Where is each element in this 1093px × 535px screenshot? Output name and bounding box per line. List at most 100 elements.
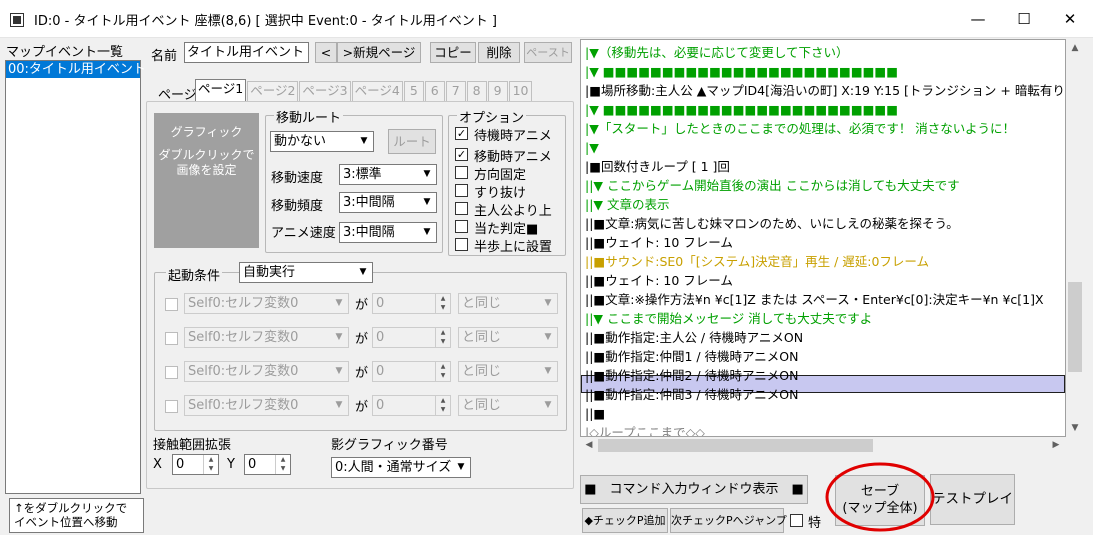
- delete-button[interactable]: 削除: [478, 42, 520, 63]
- move-freq-select[interactable]: 3:中間隔 ▼: [339, 192, 437, 213]
- tab-page-6[interactable]: 6: [424, 81, 445, 101]
- contact-x-stepper[interactable]: 0 ▲ ▼: [172, 454, 219, 475]
- command-line[interactable]: ||■文章:※操作方法¥n ¥c[1]Z または スペース・Enter¥c[0]…: [585, 290, 1044, 309]
- command-line[interactable]: ||■サウンド:SE0「[システム]決定音」再生 / 遅延:0フレーム: [585, 252, 929, 271]
- close-button[interactable]: ✕: [1047, 0, 1093, 38]
- event-list[interactable]: 00:タイトル用イベント: [5, 60, 146, 494]
- command-line[interactable]: ||■ウェイト: 10 フレーム: [585, 271, 733, 290]
- condition-variable-select[interactable]: Self0:セルフ変数0 ▼: [184, 293, 349, 314]
- tab-page-3[interactable]: ページ3: [299, 81, 351, 101]
- condition-variable-select[interactable]: Self0:セルフ変数0 ▼: [184, 327, 349, 348]
- event-list-item[interactable]: 00:タイトル用イベント: [6, 61, 146, 78]
- scroll-left-icon[interactable]: ◀: [583, 440, 595, 450]
- chevron-down-icon: ▼: [335, 400, 343, 410]
- next-checkpoint-button[interactable]: 次チェックPへジャンプ: [670, 508, 787, 533]
- chevron-down-icon: ▼: [423, 197, 431, 207]
- command-line[interactable]: ||▼ ここまで開始メッセージ 消しても大丈夫ですよ: [585, 309, 872, 328]
- command-line[interactable]: ||■: [585, 404, 605, 423]
- command-window-button[interactable]: ■ コマンド入力ウィンドウ表示 ■: [580, 475, 808, 504]
- command-line[interactable]: ||▼ ここからゲーム開始直後の演出 ここからは消しても大丈夫です: [585, 176, 960, 195]
- command-line[interactable]: ||■ウェイト: 10 フレーム: [585, 233, 733, 252]
- option-label: 移動時アニメ: [474, 150, 552, 165]
- checkbox[interactable]: [455, 166, 468, 179]
- condition-compare-select[interactable]: と同じ ▼: [458, 327, 558, 348]
- chevron-down-icon: ▼: [335, 298, 343, 308]
- event-list-hint: ↑をダブルクリックで イベント位置へ移動: [9, 498, 144, 533]
- command-line[interactable]: ||▼ 文章の表示: [585, 195, 670, 214]
- special-label: 特: [808, 516, 822, 531]
- condition-variable: Self0:セルフ変数0: [188, 398, 299, 413]
- event-name-input[interactable]: タイトル用イベント: [184, 42, 309, 63]
- graphic-box[interactable]: グラフィック ダブルクリックで 画像を設定: [154, 113, 259, 248]
- command-line[interactable]: |◇ループここまで◇◇: [585, 423, 705, 436]
- anim-speed-value: 3:中間隔: [343, 225, 395, 240]
- event-command-list[interactable]: |▼（移動先は、必要に応じて変更して下さい） |▼ ■■■■■■■■■■■■■■■…: [580, 39, 1066, 437]
- new-page-button[interactable]: >新規ページ: [337, 42, 421, 63]
- move-type-select[interactable]: 動かない ▼: [270, 131, 374, 152]
- tab-page-4[interactable]: ページ4: [351, 81, 403, 101]
- condition-compare-select[interactable]: と同じ ▼: [458, 293, 558, 314]
- command-line[interactable]: |■場所移動:主人公 ▲マップID4[海沿いの町] X:19 Y:15 [トラン…: [585, 81, 1065, 100]
- tab-page-8[interactable]: 8: [466, 81, 487, 101]
- scroll-thumb[interactable]: [1068, 282, 1082, 372]
- scroll-right-icon[interactable]: ▶: [1050, 440, 1062, 450]
- condition-variable-select[interactable]: Self0:セルフ変数0 ▼: [184, 361, 349, 382]
- move-speed-select[interactable]: 3:標準 ▼: [339, 164, 437, 185]
- command-line[interactable]: ||■動作指定:仲間3 / 待機時アニメON: [585, 385, 799, 404]
- scroll-thumb[interactable]: [598, 439, 873, 452]
- condition-checkbox[interactable]: [165, 298, 178, 311]
- anim-speed-select[interactable]: 3:中間隔 ▼: [339, 222, 437, 243]
- command-line[interactable]: ||■動作指定:主人公 / 待機時アニメON: [585, 328, 803, 347]
- contact-y-stepper[interactable]: 0 ▲ ▼: [244, 454, 291, 475]
- command-line[interactable]: |▼: [585, 138, 599, 157]
- checkbox[interactable]: ✓: [455, 148, 468, 161]
- condition-compare-select[interactable]: と同じ ▼: [458, 361, 558, 382]
- command-line[interactable]: |▼ ■■■■■■■■■■■■■■■■■■■■■■■■■: [585, 62, 898, 81]
- condition-checkbox[interactable]: [165, 400, 178, 413]
- trigger-select[interactable]: 自動実行 ▼: [239, 262, 373, 283]
- command-line[interactable]: ||■動作指定:仲間1 / 待機時アニメON: [585, 347, 799, 366]
- paste-button[interactable]: ペースト: [524, 42, 572, 63]
- condition-checkbox[interactable]: [165, 366, 178, 379]
- condition-value-stepper[interactable]: 0 ▲ ▼: [372, 293, 451, 314]
- stepper-arrows-icon: ▲ ▼: [435, 294, 450, 313]
- tab-page-7[interactable]: 7: [445, 81, 466, 101]
- condition-compare: と同じ: [462, 330, 502, 345]
- copy-button[interactable]: コピー: [430, 42, 476, 63]
- tab-page-2[interactable]: ページ2: [247, 81, 299, 101]
- route-button[interactable]: ルート: [388, 129, 436, 154]
- condition-value-stepper[interactable]: 0 ▲ ▼: [372, 361, 451, 382]
- command-line[interactable]: |■回数付きループ [ 1 ]回: [585, 157, 730, 176]
- scroll-up-icon[interactable]: ▲: [1066, 43, 1084, 53]
- vertical-scrollbar[interactable]: ▲ ▼: [1066, 39, 1084, 437]
- tab-page-9[interactable]: 9: [487, 81, 508, 101]
- checkbox[interactable]: [455, 238, 468, 251]
- checkbox[interactable]: [455, 184, 468, 197]
- condition-checkbox[interactable]: [165, 332, 178, 345]
- command-line[interactable]: ||■文章:病気に苦しむ妹マロンのため、いにしえの秘薬を探そう。: [585, 214, 959, 233]
- command-line[interactable]: |▼（移動先は、必要に応じて変更して下さい）: [585, 43, 848, 62]
- maximize-button[interactable]: ☐: [1001, 0, 1047, 38]
- condition-variable-select[interactable]: Self0:セルフ変数0 ▼: [184, 395, 349, 416]
- special-checkbox[interactable]: [790, 514, 803, 527]
- prev-page-button[interactable]: <: [315, 42, 337, 63]
- tab-page-1[interactable]: ページ1: [195, 79, 247, 101]
- checkbox[interactable]: [455, 202, 468, 215]
- condition-compare-select[interactable]: と同じ ▼: [458, 395, 558, 416]
- tab-page-10[interactable]: 10: [508, 81, 533, 101]
- scroll-down-icon[interactable]: ▼: [1066, 423, 1084, 433]
- command-line[interactable]: |▼「スタート」したときのここまでの処理は、必須です！ 消さないように！: [585, 119, 1015, 138]
- minimize-button[interactable]: —: [955, 0, 1001, 38]
- test-play-button[interactable]: テストプレイ: [930, 474, 1015, 525]
- condition-value-stepper[interactable]: 0 ▲ ▼: [372, 395, 451, 416]
- tab-page-5[interactable]: 5: [403, 81, 424, 101]
- horizontal-scrollbar[interactable]: ◀ ▶: [580, 437, 1066, 454]
- shadow-select[interactable]: 0:人間・通常サイズ ▼: [331, 457, 471, 478]
- condition-value-stepper[interactable]: 0 ▲ ▼: [372, 327, 451, 348]
- checkbox[interactable]: ✓: [455, 127, 468, 140]
- command-line[interactable]: ||■動作指定:仲間2 / 待機時アニメON: [585, 366, 799, 385]
- add-checkpoint-button[interactable]: ◆チェックP追加: [582, 508, 668, 533]
- checkbox[interactable]: [455, 220, 468, 233]
- command-line[interactable]: |▼ ■■■■■■■■■■■■■■■■■■■■■■■■■: [585, 100, 898, 119]
- condition-value: 0: [376, 398, 385, 413]
